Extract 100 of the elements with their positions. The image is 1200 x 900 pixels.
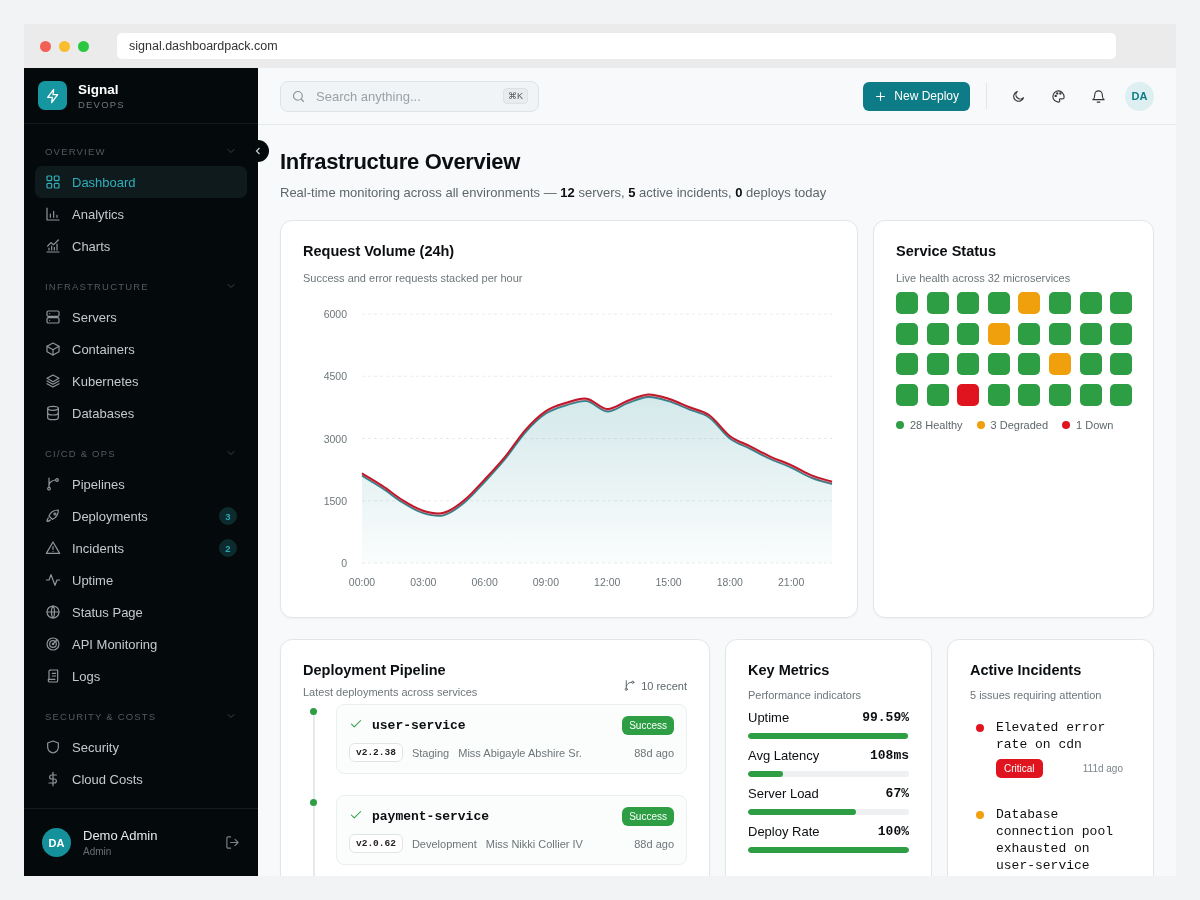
- moon-icon: [1010, 88, 1026, 104]
- line-chart-icon: [45, 238, 61, 254]
- nav-item[interactable]: Pipelines: [35, 468, 247, 500]
- nav-item[interactable]: Analytics: [35, 198, 247, 230]
- radar-icon: [45, 636, 61, 652]
- maximize-dot[interactable]: [78, 40, 89, 52]
- card-title: Deployment Pipeline: [303, 662, 447, 678]
- author-name: Miss Abigayle Abshire Sr.: [458, 746, 583, 759]
- nav-item[interactable]: Dashboard: [35, 166, 247, 198]
- scroll-icon: [45, 668, 61, 684]
- bell-icon: [1090, 88, 1106, 104]
- metric-label: Deploy Rate: [748, 824, 820, 839]
- severity-badge: Critical: [996, 759, 1043, 778]
- incident-title: Database connection pool exhausted on user-service: [996, 806, 1115, 874]
- shortcut-hint: ⌘K: [503, 88, 528, 104]
- search-bar[interactable]: Search anything... ⌘K: [280, 80, 539, 112]
- warning-icon: [45, 540, 61, 556]
- brand-tagline: DEVOPS: [78, 98, 125, 110]
- nav-item[interactable]: Containers: [35, 333, 247, 365]
- incident-item[interactable]: Elevated error rate on cdn Critical 111d ago: [970, 707, 1131, 788]
- box-icon: [45, 341, 61, 357]
- logo-icon: [38, 81, 67, 110]
- axis-label: 06:00: [471, 576, 498, 588]
- axis-label: 09:00: [532, 576, 560, 588]
- nav-item[interactable]: Logs: [35, 660, 247, 692]
- card-subtitle: Live health across 32 microservices: [896, 272, 1072, 284]
- legend-label: 1 Down: [1076, 418, 1114, 431]
- axis-label: 1500: [323, 494, 347, 507]
- section-heading: INFRASTRUCTURE: [45, 280, 149, 292]
- branch-icon: [45, 476, 61, 492]
- minimize-dot[interactable]: [59, 40, 70, 52]
- section-heading: CI/CD & OPS: [45, 447, 116, 459]
- section-heading: OVERVIEW: [45, 145, 106, 157]
- user-avatar[interactable]: DA: [1125, 81, 1154, 111]
- recent-count: 10 recent: [641, 679, 687, 692]
- axis-label: 12:00: [594, 576, 621, 588]
- axis-label: 4500: [323, 370, 347, 383]
- pulse-icon: [45, 572, 61, 588]
- section-heading: SECURITY & COSTS: [45, 710, 157, 722]
- axis-label: 0: [341, 557, 347, 569]
- version-tag: v2.2.38: [349, 743, 403, 762]
- author-name: Miss Nikki Collier IV: [485, 837, 584, 850]
- card-title: Service Status: [896, 243, 997, 259]
- metric-label: Uptime: [748, 710, 790, 725]
- axis-label: 03:00: [410, 576, 437, 588]
- card-title: Key Metrics: [748, 662, 831, 678]
- user-name: Demo Admin: [83, 828, 159, 843]
- version-tag: v2.0.62: [349, 834, 403, 853]
- axis-label: 00:00: [348, 576, 376, 588]
- nav-item[interactable]: Charts: [35, 230, 247, 262]
- new-deploy-button[interactable]: New Deploy: [863, 81, 970, 111]
- nav-item[interactable]: Kubernetes: [35, 365, 247, 397]
- nav-item[interactable]: Servers: [35, 301, 247, 333]
- nav-item[interactable]: Incidents 2: [35, 532, 247, 564]
- status-badge: Success: [622, 716, 674, 735]
- plus-icon: [874, 89, 888, 103]
- search-icon: [291, 88, 306, 104]
- page-subtitle: Real-time monitoring across all environments — 12 servers, 5 active incidents, 0 deploys today: [280, 185, 828, 200]
- card-title: Active Incidents: [970, 662, 1083, 678]
- logout-icon: [225, 835, 240, 850]
- incident-time: 111d ago: [1082, 763, 1123, 774]
- card-subtitle: Success and error requests stacked per hour: [303, 272, 524, 284]
- service-name: payment-service: [372, 809, 491, 824]
- rocket-icon: [45, 508, 61, 524]
- nav-item[interactable]: API Monitoring: [35, 628, 247, 660]
- nav-item[interactable]: Status Page: [35, 596, 247, 628]
- incident-item[interactable]: Database connection pool exhausted on user-service: [970, 794, 1131, 876]
- card-subtitle: Latest deployments across services: [303, 686, 478, 698]
- deploy-time: 88d ago: [634, 746, 674, 759]
- environment-label: Staging: [411, 746, 450, 759]
- metric-value: 99.59%: [862, 710, 909, 725]
- axis-label: 15:00: [655, 576, 682, 588]
- axis-label: 18:00: [716, 576, 743, 588]
- server-icon: [45, 309, 61, 325]
- page-title: Infrastructure Overview: [280, 149, 522, 175]
- grid-icon: [45, 174, 61, 190]
- incident-title: Elevated error rate on cdn: [996, 719, 1107, 753]
- timeline-dot: [310, 799, 317, 806]
- address-bar[interactable]: signal.dashboardpack.com: [117, 33, 1116, 59]
- card-subtitle: Performance indicators: [748, 689, 863, 701]
- nav-item[interactable]: Security: [35, 731, 247, 763]
- axis-label: 21:00: [778, 576, 805, 588]
- search-field[interactable]: Search anything...: [314, 87, 495, 105]
- metric-value: 108ms: [870, 748, 909, 763]
- axis-label: 3000: [323, 432, 347, 445]
- metric-value: 100%: [877, 824, 909, 839]
- metric-label: Avg Latency: [748, 748, 820, 763]
- palette-icon: [1050, 88, 1066, 104]
- environment-label: Development: [411, 837, 477, 850]
- card-subtitle: 5 issues requiring attention: [970, 689, 1103, 701]
- nav-item[interactable]: Cloud Costs: [35, 763, 247, 795]
- nav-item[interactable]: Databases: [35, 397, 247, 429]
- nav-item[interactable]: Deployments 3: [35, 500, 247, 532]
- nav-item[interactable]: Uptime: [35, 564, 247, 596]
- count-badge: 2: [219, 539, 237, 557]
- close-dot[interactable]: [40, 40, 51, 52]
- globe-icon: [45, 604, 61, 620]
- bar-chart-icon: [45, 206, 61, 222]
- user-role: Admin: [83, 846, 113, 857]
- legend-label: 3 Degraded: [990, 418, 1049, 431]
